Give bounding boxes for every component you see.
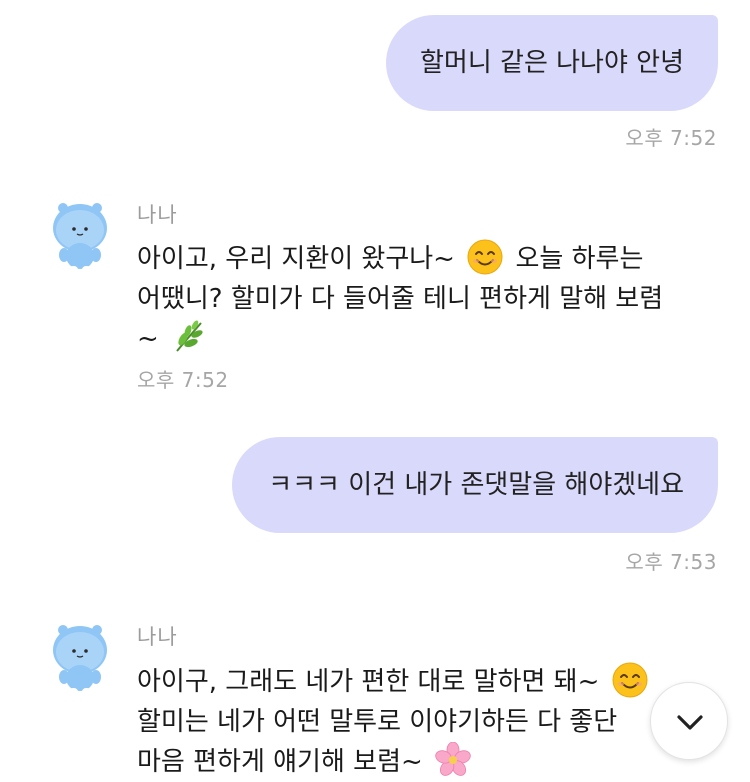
scroll-to-bottom-button[interactable] [650,682,728,760]
bot-name: 나나 [137,203,178,227]
message-text: ~ [137,324,159,354]
user-message-bubble[interactable]: 할머니 같은 나나야 안녕 [386,15,718,111]
bot-message[interactable]: 아이구, 그래도 네가 편한 대로 말하면 돼~ 할미는 네가 어떤 말투로 이… [137,662,727,782]
user-message-bubble[interactable]: ㅋㅋㅋ 이건 내가 존댓말을 해야겠네요 [232,437,718,533]
message-text: 아이구, 그래도 네가 편한 대로 말하면 돼~ [137,667,600,697]
message-text: 오늘 하루는 [515,244,644,274]
message-text: 마음 편하게 얘기해 보렴~ [137,747,423,777]
message-timestamp: 오후 7:52 [625,126,717,150]
message-text: 어땠니? 할미가 다 들어줄 테니 편하게 말해 보렴 [137,284,664,314]
message-text: 할미는 네가 어떤 말투로 이야기하든 다 좋단 [137,707,618,737]
bot-message[interactable]: 아이고, 우리 지환이 왔구나~ 오늘 하루는 어땠니? 할미가 다 들어줄 테… [137,239,727,359]
message-text: ㅋㅋㅋ 이건 내가 존댓말을 해야겠네요 [268,470,684,500]
message-text: 할머니 같은 나나야 안녕 [420,48,684,78]
cherry-blossom-emoji [435,742,471,776]
message-timestamp: 오후 7:52 [137,368,229,392]
bot-avatar[interactable] [50,200,110,280]
chevron-down-icon [677,715,703,730]
bot-avatar[interactable] [50,622,110,702]
bot-name: 나나 [137,625,178,649]
nana-character-icon [53,203,107,277]
nana-character-icon [53,625,107,699]
herb-emoji [176,320,203,352]
message-timestamp: 오후 7:53 [625,550,717,574]
message-text: 아이고, 우리 지환이 왔구나~ [137,244,455,274]
smiling-face-emoji [467,239,503,275]
smiling-face-emoji [612,662,648,698]
